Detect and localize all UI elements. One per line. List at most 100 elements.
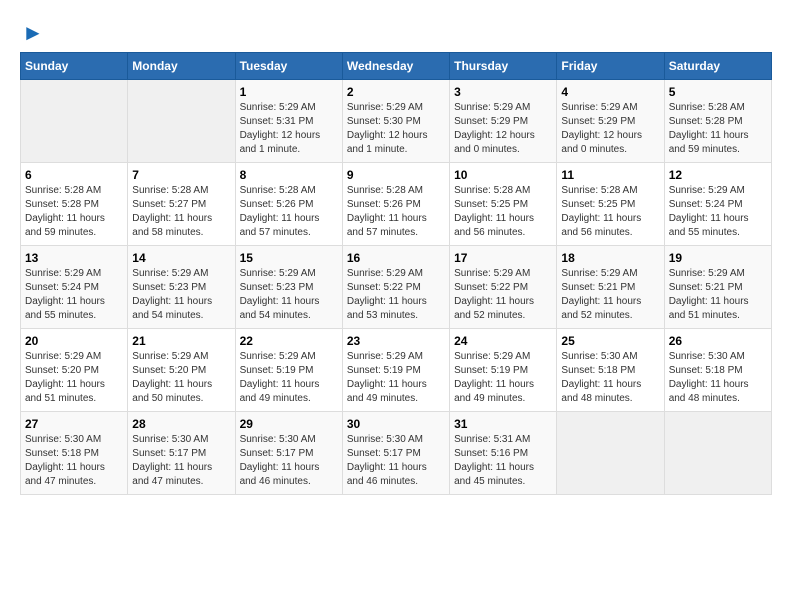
day-number: 21 [132, 334, 230, 348]
day-info: Sunrise: 5:29 AMSunset: 5:19 PMDaylight:… [240, 350, 338, 406]
day-number: 20 [25, 334, 123, 348]
day-number: 23 [347, 334, 445, 348]
day-cell: 26 Sunrise: 5:30 AMSunset: 5:18 PMDayligh… [664, 329, 771, 412]
day-number: 10 [454, 168, 552, 182]
day-number: 30 [347, 417, 445, 431]
logo-icon: ► [22, 20, 44, 46]
day-number: 2 [347, 85, 445, 99]
day-number: 15 [240, 251, 338, 265]
day-number: 1 [240, 85, 338, 99]
day-info: Sunrise: 5:31 AMSunset: 5:16 PMDaylight:… [454, 433, 552, 489]
day-number: 19 [669, 251, 767, 265]
day-cell: 28 Sunrise: 5:30 AMSunset: 5:17 PMDayligh… [128, 412, 235, 495]
day-cell: 12Sunrise: 5:29 AMSunset: 5:24 PMDayligh… [664, 163, 771, 246]
day-cell: 8 Sunrise: 5:28 AMSunset: 5:26 PMDaylight… [235, 163, 342, 246]
day-cell: 31 Sunrise: 5:31 AMSunset: 5:16 PMDayligh… [450, 412, 557, 495]
day-number: 29 [240, 417, 338, 431]
day-cell: 17 Sunrise: 5:29 AMSunset: 5:22 PMDayligh… [450, 246, 557, 329]
day-info: Sunrise: 5:30 AMSunset: 5:17 PMDaylight:… [347, 433, 445, 489]
day-number: 17 [454, 251, 552, 265]
header: ► [20, 20, 772, 42]
day-cell: 10Sunrise: 5:28 AMSunset: 5:25 PMDayligh… [450, 163, 557, 246]
week-row-4: 20 Sunrise: 5:29 AMSunset: 5:20 PMDayligh… [21, 329, 772, 412]
day-info: Sunrise: 5:28 AMSunset: 5:26 PMDaylight:… [347, 184, 445, 240]
day-cell: 13 Sunrise: 5:29 AMSunset: 5:24 PMDayligh… [21, 246, 128, 329]
week-row-3: 13 Sunrise: 5:29 AMSunset: 5:24 PMDayligh… [21, 246, 772, 329]
day-info: Sunrise: 5:29 AMSunset: 5:24 PMDaylight:… [25, 267, 123, 323]
day-cell: 9 Sunrise: 5:28 AMSunset: 5:26 PMDaylight… [342, 163, 449, 246]
day-info: Sunrise: 5:28 AMSunset: 5:27 PMDaylight:… [132, 184, 230, 240]
day-info: Sunrise: 5:28 AMSunset: 5:28 PMDaylight:… [25, 184, 123, 240]
day-cell: 19 Sunrise: 5:29 AMSunset: 5:21 PMDayligh… [664, 246, 771, 329]
day-cell: 22 Sunrise: 5:29 AMSunset: 5:19 PMDayligh… [235, 329, 342, 412]
day-number: 18 [561, 251, 659, 265]
day-cell: 15 Sunrise: 5:29 AMSunset: 5:23 PMDayligh… [235, 246, 342, 329]
week-row-5: 27Sunrise: 5:30 AMSunset: 5:18 PMDayligh… [21, 412, 772, 495]
day-number: 9 [347, 168, 445, 182]
day-cell: 25 Sunrise: 5:30 AMSunset: 5:18 PMDayligh… [557, 329, 664, 412]
day-info: Sunrise: 5:29 AMSunset: 5:23 PMDaylight:… [240, 267, 338, 323]
day-info: Sunrise: 5:29 AMSunset: 5:24 PMDaylight:… [669, 184, 767, 240]
day-number: 4 [561, 85, 659, 99]
day-number: 28 [132, 417, 230, 431]
day-info: Sunrise: 5:29 AMSunset: 5:20 PMDaylight:… [132, 350, 230, 406]
day-cell: 21 Sunrise: 5:29 AMSunset: 5:20 PMDayligh… [128, 329, 235, 412]
day-number: 14 [132, 251, 230, 265]
day-info: Sunrise: 5:28 AMSunset: 5:26 PMDaylight:… [240, 184, 338, 240]
day-cell: 23 Sunrise: 5:29 AMSunset: 5:19 PMDayligh… [342, 329, 449, 412]
day-info: Sunrise: 5:30 AMSunset: 5:17 PMDaylight:… [240, 433, 338, 489]
day-cell: 11Sunrise: 5:28 AMSunset: 5:25 PMDayligh… [557, 163, 664, 246]
header-sunday: Sunday [21, 53, 128, 80]
day-cell: 6Sunrise: 5:28 AMSunset: 5:28 PMDaylight… [21, 163, 128, 246]
day-info: Sunrise: 5:29 AMSunset: 5:19 PMDaylight:… [454, 350, 552, 406]
day-number: 25 [561, 334, 659, 348]
day-cell: 7 Sunrise: 5:28 AMSunset: 5:27 PMDaylight… [128, 163, 235, 246]
day-info: Sunrise: 5:28 AMSunset: 5:28 PMDaylight:… [669, 101, 767, 157]
day-info: Sunrise: 5:29 AMSunset: 5:19 PMDaylight:… [347, 350, 445, 406]
day-info: Sunrise: 5:30 AMSunset: 5:18 PMDaylight:… [669, 350, 767, 406]
day-info: Sunrise: 5:29 AMSunset: 5:20 PMDaylight:… [25, 350, 123, 406]
day-info: Sunrise: 5:30 AMSunset: 5:17 PMDaylight:… [132, 433, 230, 489]
day-info: Sunrise: 5:29 AMSunset: 5:22 PMDaylight:… [347, 267, 445, 323]
week-row-1: 1 Sunrise: 5:29 AMSunset: 5:31 PMDaylight… [21, 80, 772, 163]
calendar-header-row: SundayMondayTuesdayWednesdayThursdayFrid… [21, 53, 772, 80]
day-number: 24 [454, 334, 552, 348]
week-row-2: 6Sunrise: 5:28 AMSunset: 5:28 PMDaylight… [21, 163, 772, 246]
day-info: Sunrise: 5:29 AMSunset: 5:29 PMDaylight:… [454, 101, 552, 157]
header-saturday: Saturday [664, 53, 771, 80]
header-thursday: Thursday [450, 53, 557, 80]
day-number: 7 [132, 168, 230, 182]
calendar-table: SundayMondayTuesdayWednesdayThursdayFrid… [20, 52, 772, 495]
day-number: 16 [347, 251, 445, 265]
day-number: 5 [669, 85, 767, 99]
day-info: Sunrise: 5:30 AMSunset: 5:18 PMDaylight:… [561, 350, 659, 406]
day-cell: 18 Sunrise: 5:29 AMSunset: 5:21 PMDayligh… [557, 246, 664, 329]
day-info: Sunrise: 5:29 AMSunset: 5:31 PMDaylight:… [240, 101, 338, 157]
day-cell: 1 Sunrise: 5:29 AMSunset: 5:31 PMDaylight… [235, 80, 342, 163]
day-cell: 24 Sunrise: 5:29 AMSunset: 5:19 PMDayligh… [450, 329, 557, 412]
day-info: Sunrise: 5:29 AMSunset: 5:21 PMDaylight:… [669, 267, 767, 323]
day-info: Sunrise: 5:29 AMSunset: 5:21 PMDaylight:… [561, 267, 659, 323]
day-number: 11 [561, 168, 659, 182]
day-cell: 29 Sunrise: 5:30 AMSunset: 5:17 PMDayligh… [235, 412, 342, 495]
header-wednesday: Wednesday [342, 53, 449, 80]
day-number: 27 [25, 417, 123, 431]
day-info: Sunrise: 5:29 AMSunset: 5:23 PMDaylight:… [132, 267, 230, 323]
day-cell: 16 Sunrise: 5:29 AMSunset: 5:22 PMDayligh… [342, 246, 449, 329]
header-friday: Friday [557, 53, 664, 80]
day-cell: 14 Sunrise: 5:29 AMSunset: 5:23 PMDayligh… [128, 246, 235, 329]
day-number: 8 [240, 168, 338, 182]
day-number: 26 [669, 334, 767, 348]
day-cell [128, 80, 235, 163]
day-info: Sunrise: 5:29 AMSunset: 5:22 PMDaylight:… [454, 267, 552, 323]
header-monday: Monday [128, 53, 235, 80]
day-cell: 5 Sunrise: 5:28 AMSunset: 5:28 PMDaylight… [664, 80, 771, 163]
day-cell [557, 412, 664, 495]
day-cell: 30 Sunrise: 5:30 AMSunset: 5:17 PMDayligh… [342, 412, 449, 495]
day-number: 13 [25, 251, 123, 265]
day-cell [21, 80, 128, 163]
logo: ► [20, 20, 44, 42]
day-number: 31 [454, 417, 552, 431]
header-tuesday: Tuesday [235, 53, 342, 80]
day-number: 22 [240, 334, 338, 348]
